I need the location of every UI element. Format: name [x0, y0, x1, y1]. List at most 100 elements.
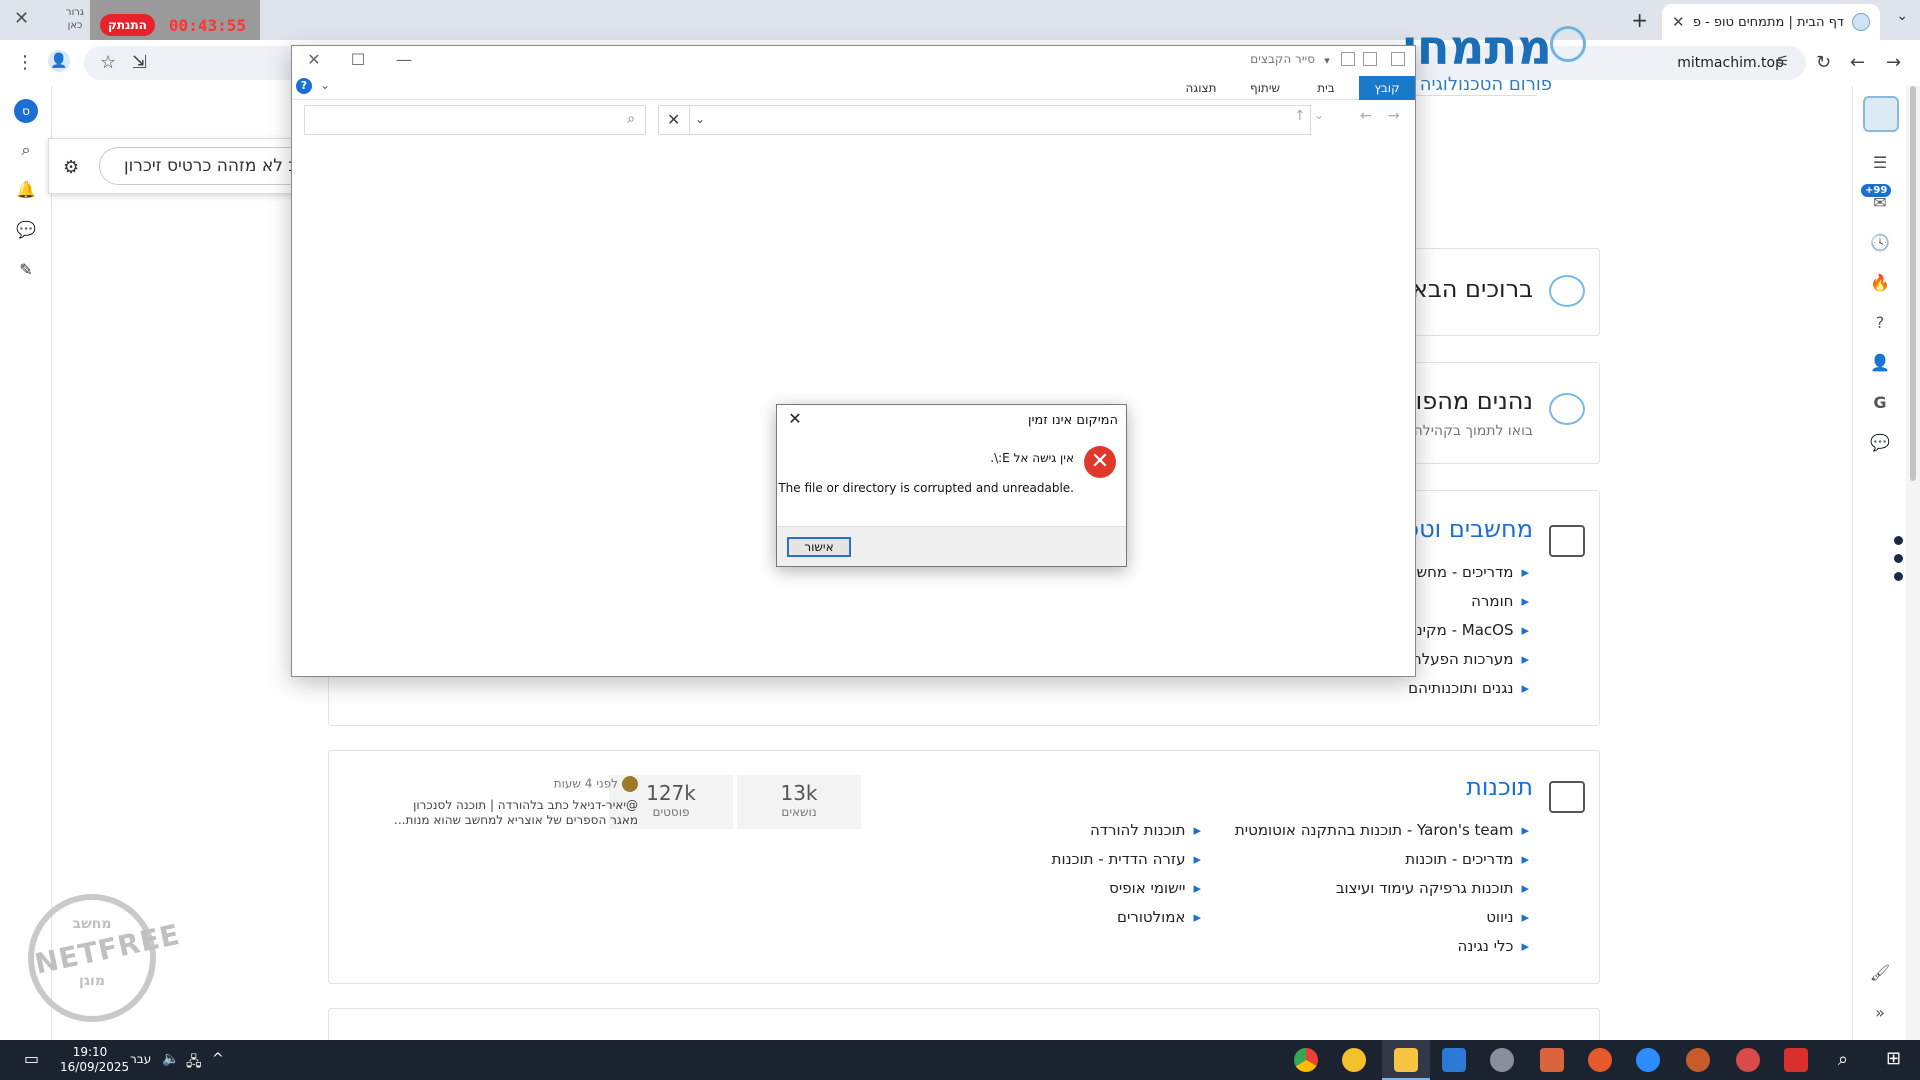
subcategory-link[interactable]: נגנים ותוכנותיהם: [1408, 679, 1529, 697]
forward-icon[interactable]: ←: [1360, 108, 1372, 124]
google-icon[interactable]: G: [1869, 392, 1891, 414]
support-title[interactable]: נהנים מהפו: [1416, 387, 1533, 415]
clock[interactable]: 19:10 16/09/2025: [60, 1045, 129, 1075]
last-post[interactable]: לפני 4 שעות @יאיר-דניאל כתב בלהורדה | תו…: [342, 776, 638, 828]
tab-share[interactable]: שיתוף: [1235, 76, 1295, 100]
search-input[interactable]: ב לא מזהה כרטיס זיכרון: [99, 147, 309, 185]
new-folder-icon[interactable]: [1341, 52, 1355, 66]
app-icon[interactable]: [1736, 1048, 1760, 1072]
close-icon[interactable]: ✕: [785, 409, 805, 428]
zoom-icon[interactable]: [1636, 1048, 1660, 1072]
maximize-icon[interactable]: ☐: [348, 50, 368, 69]
user-icon[interactable]: 👤: [1869, 352, 1891, 374]
hamburger-icon[interactable]: ☰: [1869, 152, 1891, 174]
volume-icon[interactable]: 🔈: [162, 1051, 179, 1067]
help-icon[interactable]: ?: [1869, 312, 1891, 334]
back-icon[interactable]: ←: [1850, 52, 1865, 73]
fire-icon[interactable]: 🔥: [1869, 272, 1891, 294]
inbox-icon[interactable]: ✉: [1869, 192, 1891, 214]
more-dots-icon[interactable]: [1894, 536, 1904, 590]
chevron-down-icon[interactable]: ⌄: [1896, 8, 1908, 24]
explorer-search-input[interactable]: ⌕: [304, 105, 646, 135]
category-title[interactable]: תוכנות: [1466, 773, 1533, 801]
brush-icon[interactable]: 🖌: [1869, 962, 1891, 984]
subcategory-link[interactable]: תוכנות גרפיקה עימוד ועיצוב: [1336, 879, 1529, 897]
windows-start-icon[interactable]: ⊞: [1886, 1048, 1901, 1069]
network-icon[interactable]: 🖧: [186, 1051, 202, 1075]
subcategory-link[interactable]: מדריכים - תוכנות: [1405, 850, 1529, 868]
app-icon[interactable]: [1490, 1048, 1514, 1072]
app-icon[interactable]: [1686, 1048, 1710, 1072]
app-icon[interactable]: [1342, 1048, 1366, 1072]
site-settings-icon[interactable]: ⚟: [1776, 52, 1789, 70]
close-icon[interactable]: ✕: [14, 8, 29, 29]
file-explorer-icon[interactable]: [1394, 1048, 1418, 1072]
language-indicator[interactable]: עבר: [130, 1052, 151, 1066]
new-tab-button[interactable]: +: [1631, 8, 1648, 32]
subcategory-link[interactable]: אמולטורים: [1117, 908, 1201, 926]
app-icon[interactable]: [1540, 1048, 1564, 1072]
handshake-icon: [1549, 393, 1585, 425]
chat-icon[interactable]: 💬: [1869, 432, 1891, 454]
reload-icon[interactable]: ↻: [1816, 52, 1831, 73]
tab-home[interactable]: בית: [1301, 76, 1351, 100]
clear-icon[interactable]: ✕: [667, 110, 680, 129]
chat-icon[interactable]: 💬: [14, 218, 38, 242]
notification-center-icon[interactable]: ▭: [24, 1049, 39, 1068]
compose-icon[interactable]: ✎: [14, 258, 38, 282]
scrollbar[interactable]: [1906, 86, 1920, 1040]
close-tab-icon[interactable]: ✕: [1672, 13, 1685, 31]
chrome-icon[interactable]: [1294, 1048, 1318, 1072]
subcategory-link[interactable]: מדריכים - מחשב: [1408, 563, 1529, 581]
gear-icon[interactable]: ⚙: [63, 157, 79, 178]
drag-handle[interactable]: גרור כאן: [60, 6, 90, 32]
subcategory-link[interactable]: Yaron's team - תוכנות בהתקנה אוטומטית: [1235, 821, 1529, 839]
explorer-address-bar[interactable]: ✕ ⌄: [658, 105, 1311, 135]
category-title[interactable]: מחשבים וטכ: [1406, 515, 1533, 543]
tab-title: דף הבית | מתמחים טופ - פורום: [1692, 14, 1844, 30]
subcategory-link[interactable]: ניווט: [1486, 908, 1529, 926]
subcategory-link[interactable]: עזרה הדדית - תוכנות: [1052, 850, 1201, 868]
subcategory-link[interactable]: MacOS - מקינטו: [1403, 621, 1529, 639]
user-avatar[interactable]: ס: [14, 99, 38, 123]
chevron-down-icon[interactable]: ⌄: [695, 112, 705, 126]
back-icon[interactable]: →: [1388, 108, 1400, 124]
favicon-icon: [1852, 13, 1870, 31]
photos-icon[interactable]: [1442, 1048, 1466, 1072]
bell-icon[interactable]: 🔔: [14, 178, 38, 202]
minimize-icon[interactable]: —: [394, 50, 414, 69]
ok-button[interactable]: אישור: [787, 537, 851, 557]
disconnect-button[interactable]: התנתק: [100, 14, 155, 36]
menu-dots-icon[interactable]: ⋮: [16, 52, 34, 73]
chevron-right-double-icon[interactable]: »: [1869, 1002, 1891, 1024]
subcategory-link[interactable]: חומרה: [1471, 592, 1529, 610]
close-icon[interactable]: ✕: [304, 50, 324, 69]
subcategory-link[interactable]: תוכנות להורדה: [1090, 821, 1201, 839]
help-icon[interactable]: ?: [296, 78, 312, 94]
chevron-down-icon[interactable]: ⌄: [320, 78, 330, 92]
pdf-icon[interactable]: [1784, 1048, 1808, 1072]
subcategory-link[interactable]: יישומי אופיס: [1109, 879, 1201, 897]
app-icon[interactable]: [1588, 1048, 1612, 1072]
subcategory-link[interactable]: מערכות הפעלה: [1412, 650, 1529, 668]
subcategory-link[interactable]: כלי נגינה: [1458, 937, 1529, 955]
logo-icon: [1550, 26, 1586, 62]
forward-icon[interactable]: →: [1886, 52, 1901, 73]
profile-icon[interactable]: 👤: [48, 50, 70, 72]
chevron-up-icon[interactable]: ^: [212, 1051, 224, 1067]
search-icon[interactable]: ⌕: [14, 138, 38, 162]
quick-access-icon[interactable]: [1363, 52, 1377, 66]
browser-tab[interactable]: דף הבית | מתמחים טופ - פורום ✕: [1662, 4, 1880, 40]
clock-icon[interactable]: 🕓: [1869, 232, 1891, 254]
chevron-down-icon[interactable]: ▾: [1317, 54, 1337, 67]
install-app-icon[interactable]: ⇲: [132, 52, 147, 73]
site-avatar[interactable]: [1863, 96, 1899, 132]
tab-file[interactable]: קובץ: [1359, 76, 1415, 100]
bookmark-star-icon[interactable]: ☆: [100, 52, 116, 73]
tab-view[interactable]: תצוגה: [1171, 76, 1231, 100]
url-text[interactable]: mitmachim.top: [1677, 55, 1784, 71]
search-icon[interactable]: ⌕: [1838, 1049, 1848, 1070]
recent-chevron-icon[interactable]: ⌄: [1314, 108, 1324, 122]
scrollbar-thumb[interactable]: [1910, 86, 1916, 481]
explorer-titlebar[interactable]: ✕ ☐ — סייר הקבצים ▾: [292, 46, 1415, 74]
